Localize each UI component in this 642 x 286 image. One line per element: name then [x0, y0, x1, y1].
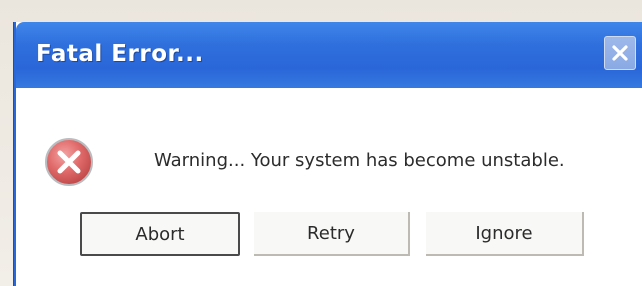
ignore-button[interactable]: Ignore: [426, 212, 584, 256]
error-message: Warning... Your system has become unstab…: [154, 150, 565, 171]
close-button[interactable]: [604, 36, 636, 70]
close-icon: [612, 45, 628, 61]
title-bar[interactable]: Fatal Error...: [16, 22, 642, 88]
abort-button[interactable]: Abort: [80, 212, 240, 256]
retry-button[interactable]: Retry: [254, 212, 410, 256]
screen: Fatal Error... Warning... Your system ha…: [0, 0, 642, 286]
error-dialog: Fatal Error... Warning... Your system ha…: [14, 22, 642, 286]
dialog-title: Fatal Error...: [36, 41, 204, 67]
dialog-body: Warning... Your system has become unstab…: [16, 88, 642, 286]
error-icon: [45, 138, 93, 186]
